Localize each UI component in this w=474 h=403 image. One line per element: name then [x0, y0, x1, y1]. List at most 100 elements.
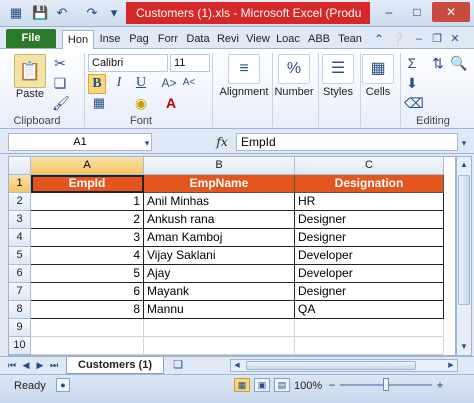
scroll-down-icon[interactable]: ▼	[458, 340, 470, 354]
table-cell-empname[interactable]: Mannu	[144, 301, 295, 319]
table-cell-designation[interactable]: QA	[295, 301, 444, 319]
column-header-b[interactable]: B	[144, 157, 295, 175]
table-cell-empname[interactable]: Ankush rana	[144, 211, 295, 229]
sheet-tab-customers[interactable]: Customers (1)	[66, 357, 164, 374]
insert-sheet-icon[interactable]: ❏	[170, 358, 186, 372]
undo-icon[interactable]: ↶	[54, 5, 70, 21]
tab-abb[interactable]: ABB	[304, 30, 334, 49]
column-header-a[interactable]: A	[31, 157, 144, 175]
table-cell-empname[interactable]: Ajay	[144, 265, 295, 283]
table-cell-designation[interactable]: Developer	[295, 247, 444, 265]
autosum-icon[interactable]: Σ	[404, 54, 420, 72]
alignment-icon[interactable]: ≡	[228, 54, 260, 84]
table-cell-empname[interactable]: Mayank	[144, 283, 295, 301]
underline-button[interactable]: U	[132, 74, 150, 92]
normal-view-icon[interactable]: ▦	[234, 378, 250, 392]
paste-button[interactable]: Paste	[10, 88, 50, 100]
macro-record-icon[interactable]: ●	[56, 378, 70, 392]
restore-workbook-icon[interactable]: ❐	[430, 30, 444, 48]
cells-button[interactable]: Cells	[358, 86, 398, 98]
close-button[interactable]: ✕	[432, 2, 470, 22]
help-icon[interactable]: ❔	[390, 30, 406, 48]
zoom-out-button[interactable]: −	[326, 378, 338, 392]
row-header[interactable]: 6	[9, 265, 31, 283]
table-cell-empid[interactable]: 4	[31, 247, 144, 265]
empty-cell[interactable]	[31, 337, 144, 355]
header-cell-empid[interactable]: EmpId	[31, 175, 144, 193]
zoom-in-button[interactable]: +	[434, 378, 446, 392]
fill-icon[interactable]: ⬇	[404, 74, 420, 92]
tab-file[interactable]: File	[6, 29, 56, 48]
formula-input[interactable]: EmpId	[236, 133, 458, 151]
italic-button[interactable]: I	[110, 74, 128, 92]
empty-cell[interactable]	[295, 319, 444, 337]
shrink-font-icon[interactable]: A˂	[180, 74, 198, 92]
number-button[interactable]: Number	[272, 86, 316, 98]
page-break-view-icon[interactable]: ▤	[274, 378, 290, 392]
column-header-c[interactable]: C	[295, 157, 444, 175]
table-cell-empid[interactable]: 8	[31, 301, 144, 319]
row-header[interactable]: 7	[9, 283, 31, 301]
minimize-button[interactable]: –	[376, 2, 402, 22]
row-header[interactable]: 3	[9, 211, 31, 229]
copy-icon[interactable]: ❏	[52, 74, 68, 92]
clear-icon[interactable]: ⌫	[404, 94, 424, 112]
styles-icon[interactable]: ☰	[322, 54, 354, 84]
tab-review[interactable]: Revi	[214, 30, 242, 49]
expand-formula-icon[interactable]: ▾	[458, 134, 470, 152]
table-cell-empid[interactable]: 6	[31, 283, 144, 301]
tab-data[interactable]: Data	[184, 30, 212, 49]
empty-cell[interactable]	[144, 319, 295, 337]
chevron-up-icon[interactable]: ⌃	[372, 30, 386, 48]
number-format-icon[interactable]: %	[278, 54, 310, 84]
maximize-button[interactable]: □	[404, 2, 430, 22]
bold-button[interactable]: B	[88, 74, 106, 94]
last-sheet-icon[interactable]: ⏭	[48, 358, 60, 372]
row-header[interactable]: 5	[9, 247, 31, 265]
row-header[interactable]: 9	[9, 319, 31, 337]
scroll-up-icon[interactable]: ▲	[458, 158, 470, 172]
table-cell-empname[interactable]: Vijay Saklani	[144, 247, 295, 265]
cut-icon[interactable]: ✂	[52, 54, 68, 72]
row-header[interactable]: 1	[9, 175, 31, 193]
tab-page-layout[interactable]: Pag	[126, 30, 152, 49]
tab-view[interactable]: View	[244, 30, 272, 49]
borders-icon[interactable]: ▦	[88, 94, 110, 112]
minimize-workbook-icon[interactable]: –	[412, 30, 426, 48]
chevron-down-icon[interactable]: ▾	[142, 134, 152, 152]
styles-button[interactable]: Styles	[318, 86, 358, 98]
tab-load[interactable]: Loac	[274, 30, 302, 49]
alignment-button[interactable]: Alignment	[216, 86, 272, 98]
next-sheet-icon[interactable]: ▶	[34, 358, 46, 372]
customize-quick-access-icon[interactable]: ▾	[106, 5, 122, 21]
font-color-icon[interactable]: A	[160, 94, 182, 112]
tab-team[interactable]: Tean	[336, 30, 364, 49]
save-icon[interactable]: 💾	[32, 5, 48, 21]
cells-icon[interactable]: ▦	[362, 54, 394, 84]
row-header[interactable]: 8	[9, 301, 31, 319]
table-cell-designation[interactable]: Developer	[295, 265, 444, 283]
row-header[interactable]: 10	[9, 337, 31, 355]
empty-cell[interactable]	[144, 337, 295, 355]
redo-icon[interactable]: ↷	[84, 5, 100, 21]
paste-icon[interactable]: 📋	[14, 54, 46, 88]
vertical-scroll-thumb[interactable]	[458, 175, 470, 305]
table-cell-empid[interactable]: 5	[31, 265, 144, 283]
table-cell-designation[interactable]: Designer	[295, 229, 444, 247]
name-box[interactable]: A1	[8, 133, 152, 151]
grow-font-icon[interactable]: A˃	[160, 74, 178, 92]
table-cell-empname[interactable]: Aman Kamboj	[144, 229, 295, 247]
table-cell-designation[interactable]: HR	[295, 193, 444, 211]
tab-formulas[interactable]: Forr	[154, 30, 182, 49]
format-painter-icon[interactable]: 🖌	[52, 94, 70, 112]
table-cell-empid[interactable]: 1	[31, 193, 144, 211]
fill-color-icon[interactable]: ◉	[130, 94, 152, 112]
empty-cell[interactable]	[295, 337, 444, 355]
table-cell-designation[interactable]: Designer	[295, 211, 444, 229]
insert-function-button[interactable]: fx	[212, 133, 232, 151]
row-header[interactable]: 2	[9, 193, 31, 211]
find-select-icon[interactable]: 🔍	[450, 54, 467, 72]
font-name-select[interactable]: Calibri	[88, 54, 168, 72]
empty-cell[interactable]	[31, 319, 144, 337]
zoom-slider-thumb[interactable]	[383, 378, 389, 391]
